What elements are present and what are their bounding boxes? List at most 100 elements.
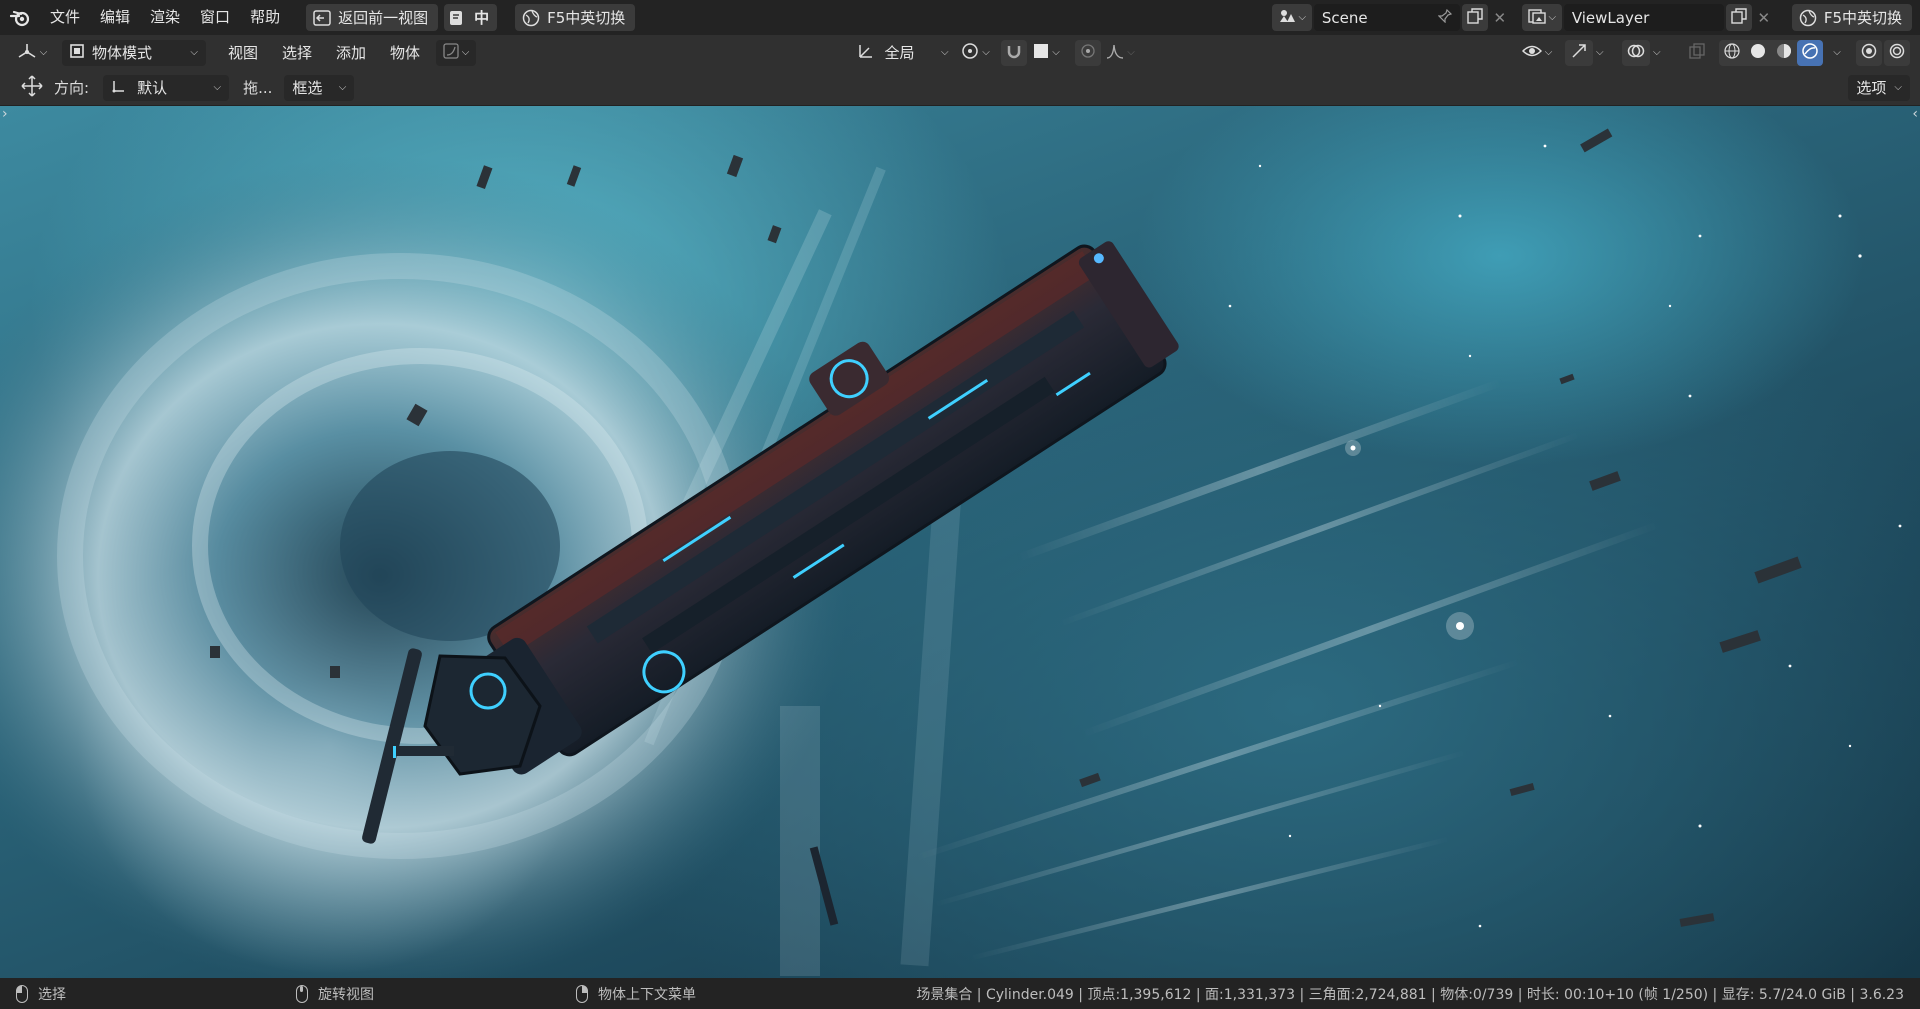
back-to-previous-button[interactable]: 返回前一视图 [306,4,439,31]
viewport-header: ⌵ 物体模式 ⌵ 视图 选择 添加 物体 ⌵ 全局 ⌵ ⌵ ⌵ ⌵ ⌵ ⌵ ⌵ … [0,35,1920,70]
render-region-button[interactable] [1856,39,1882,66]
menu-select[interactable]: 选择 [270,42,324,63]
visibility-dropdown[interactable]: ⌵ [1517,40,1557,66]
orientation-axes-icon [857,42,875,64]
camera-lens-icon [1861,43,1877,63]
transform-orientation-dropdown[interactable]: 全局 ⌵ [853,40,953,66]
drag-label: 拖... [243,79,273,97]
view-layer-selector-button[interactable]: ⌵ [1521,4,1562,31]
eye-icon [1521,43,1542,63]
orientation-dropdown[interactable]: 默认 ⌵ [103,74,230,101]
drag-action-dropdown[interactable]: 框选 ⌵ [284,74,355,101]
star [1378,704,1382,708]
chevron-down-icon: ⌵ [1298,12,1307,23]
language-toggle-button[interactable]: 中 [444,4,498,31]
sidebar-expand-arrow-icon[interactable]: ‹ [1912,106,1918,122]
show-overlays-button[interactable] [1622,39,1650,66]
menu-render[interactable]: 渲染 [140,0,190,35]
solid-shading-button[interactable] [1745,40,1771,66]
f5-language-switch-button[interactable]: F5中英切换 [515,4,636,31]
menu-view[interactable]: 视图 [216,42,270,63]
star [1898,524,1902,528]
star [1543,144,1547,148]
menu-edit[interactable]: 编辑 [90,0,140,35]
debris [1589,471,1621,491]
shading-options-chevron-icon[interactable]: ⌵ [1826,47,1848,58]
new-view-layer-button[interactable] [1725,4,1752,31]
show-gizmo-button[interactable] [1565,39,1593,66]
move-tool-icon[interactable] [20,74,44,102]
star [1698,234,1702,238]
new-scene-button[interactable] [1461,4,1488,31]
menu-file[interactable]: 文件 [40,0,90,35]
hex-pod-light [393,746,396,758]
view-layer-name-field[interactable]: ViewLayer [1563,4,1724,31]
overlays-options-chevron-icon[interactable]: ⌵ [1653,47,1669,58]
chevron-down-icon: ⌵ [39,47,48,58]
scene-name-field[interactable]: Scene [1313,4,1460,31]
star [1698,824,1702,828]
pivot-point-dropdown[interactable]: ⌵ [957,40,995,66]
star [1258,164,1262,168]
globe-icon [521,9,541,27]
light-streak [966,835,1454,962]
snap-target-dropdown[interactable]: ⌵ [1027,40,1067,66]
menu-help[interactable]: 帮助 [240,0,290,35]
wireframe-shading-button[interactable] [1719,40,1745,66]
star [1688,394,1692,398]
solid-sphere-icon [1750,43,1766,63]
debris [1679,913,1715,927]
falloff-dropdown[interactable]: ⌵ [1101,40,1141,66]
back-to-previous-label: 返回前一视图 [338,9,429,27]
3d-viewport-render[interactable]: › ‹ [0,106,1920,978]
toolbar-expand-arrow-icon[interactable]: › [2,106,8,122]
delete-scene-close-icon[interactable]: ✕ [1488,9,1512,27]
menu-add[interactable]: 添加 [324,42,378,63]
f5-language-switch-button-right[interactable]: F5中英切换 [1791,4,1912,31]
status-right-click-label: 物体上下文菜单 [598,986,696,1003]
editor-type-button[interactable]: ⌵ [12,40,52,66]
menu-window[interactable]: 窗口 [190,0,240,35]
toggle-xray-button[interactable] [1683,40,1711,66]
delete-view-layer-close-icon[interactable]: ✕ [1752,9,1776,27]
orientation-value: 默认 [137,79,168,97]
star [1838,214,1842,218]
language-icon [448,9,468,27]
proportional-editing-button[interactable] [1074,39,1101,66]
snap-toggle-button[interactable] [1000,39,1027,66]
pin-icon[interactable] [1437,8,1452,27]
chevron-down-icon: ⌵ [1127,47,1135,58]
mouse-right-icon [576,984,588,1003]
material-preview-shading-button[interactable] [1771,40,1797,66]
language-toggle-label: 中 [474,9,490,27]
hex-pod-arm [394,746,454,756]
render-passes-button[interactable] [1884,39,1910,66]
back-view-icon [312,9,332,27]
duplicate-icon [1467,7,1483,28]
top-bar: 文件 编辑 渲染 窗口 帮助 返回前一视图 中 F5中英切换 ⌵ Scene ✕… [0,0,1920,35]
wireframe-sphere-icon [1724,42,1740,63]
options-dropdown[interactable]: 选项 ⌵ [1848,74,1910,101]
transform-orientation-value: 全局 [884,44,915,62]
star [1350,445,1356,451]
debris [330,666,340,678]
scene-selector-button[interactable]: ⌵ [1271,4,1312,31]
blender-logo-icon[interactable] [0,0,40,35]
rendered-shading-button[interactable] [1797,39,1823,66]
status-left-click: 选择 [16,984,296,1004]
debris [726,154,744,178]
scene-name-value: Scene [1321,8,1368,27]
magnet-icon [1006,43,1022,63]
gizmo-options-chevron-icon[interactable]: ⌵ [1596,47,1612,58]
mouse-left-icon [16,984,28,1003]
debris [1559,373,1575,385]
light-streak [1055,430,1585,628]
interaction-mode-dropdown[interactable]: 物体模式 ⌵ [62,39,206,66]
status-right-click: 物体上下文菜单 [576,984,696,1004]
object-gizmo-dropdown[interactable]: ⌵ [436,39,477,66]
3d-viewport-icon [17,42,37,64]
object-mode-icon [70,43,84,62]
chevron-down-icon: ⌵ [982,47,990,58]
shading-mode-group [1719,39,1823,66]
menu-object[interactable]: 物体 [378,42,432,63]
